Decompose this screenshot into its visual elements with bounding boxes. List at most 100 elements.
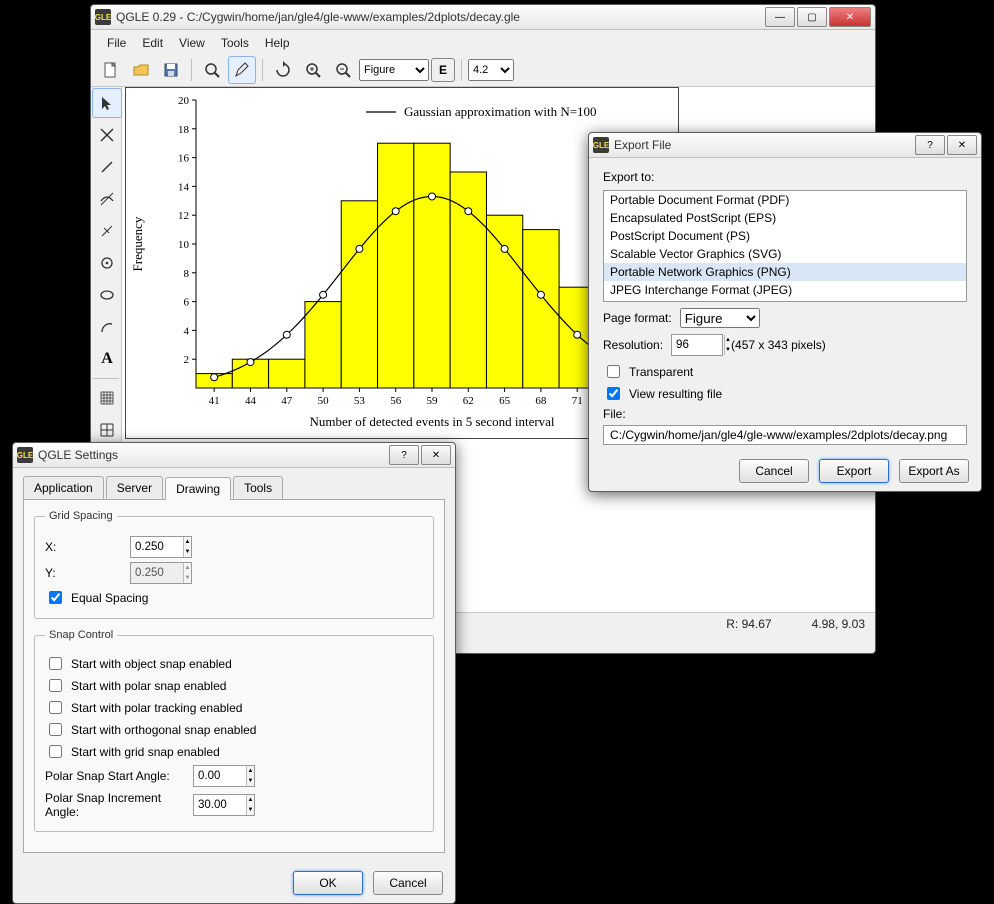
pageformat-label: Page format: xyxy=(603,311,672,325)
svg-text:14: 14 xyxy=(178,181,190,193)
view-result-checkbox[interactable] xyxy=(607,387,620,400)
format-option[interactable]: Portable Network Graphics (PNG) xyxy=(604,263,966,281)
pageformat-select[interactable]: Figure xyxy=(680,308,760,328)
cancel-button[interactable]: Cancel xyxy=(739,459,809,483)
settings-titlebar[interactable]: GLE QGLE Settings ? ✕ xyxy=(13,443,455,468)
zoom-select[interactable]: 4.2 xyxy=(468,59,514,81)
grid-spacing-group: Grid Spacing X: ▲▼ Y: ▲▼ Equal Spacing xyxy=(34,510,434,619)
grid-fine-button[interactable] xyxy=(92,383,122,413)
edit-source-button[interactable]: E xyxy=(431,58,455,82)
zoom-out-button[interactable] xyxy=(329,56,357,84)
titlebar[interactable]: GLE QGLE 0.29 - C:/Cygwin/home/jan/gle4/… xyxy=(91,5,875,30)
ok-button[interactable]: OK xyxy=(293,871,363,895)
tab-tools[interactable]: Tools xyxy=(233,476,283,499)
figure-select[interactable]: Figure xyxy=(359,59,429,81)
toolbar: Figure E 4.2 xyxy=(91,54,875,87)
svg-text:53: 53 xyxy=(354,395,366,407)
menu-file[interactable]: File xyxy=(99,34,134,52)
export-as-button[interactable]: Export As xyxy=(899,459,969,483)
format-listbox[interactable]: Portable Document Format (PDF)Encapsulat… xyxy=(603,190,967,302)
polar-start-input[interactable]: ▲▼ xyxy=(193,765,255,787)
grid-x-label: X: xyxy=(45,540,59,554)
export-titlebar[interactable]: GLE Export File ? ✕ xyxy=(589,133,981,158)
open-file-button[interactable] xyxy=(127,56,155,84)
save-button[interactable] xyxy=(157,56,185,84)
cross-tool[interactable] xyxy=(92,120,122,150)
equal-spacing-checkbox[interactable] xyxy=(49,591,62,604)
new-file-button[interactable] xyxy=(97,56,125,84)
svg-text:Gaussian approximation with N=: Gaussian approximation with N=100 xyxy=(404,104,597,119)
resolution-input[interactable]: ▲▼ xyxy=(671,334,723,356)
ellipse-tool[interactable] xyxy=(92,280,122,310)
svg-text:2: 2 xyxy=(184,354,190,366)
settings-panel: Grid Spacing X: ▲▼ Y: ▲▼ Equal Spacing S… xyxy=(23,499,445,853)
line-tool[interactable] xyxy=(92,152,122,182)
format-option[interactable]: JPEG Interchange Format (JPEG) xyxy=(604,281,966,299)
circle-center-tool[interactable] xyxy=(92,248,122,278)
snap-object-checkbox[interactable] xyxy=(49,657,62,670)
export-dialog: GLE Export File ? ✕ Export to: Portable … xyxy=(588,132,982,492)
snap-grid-checkbox[interactable] xyxy=(49,745,62,758)
snap-ortho-checkbox[interactable] xyxy=(49,723,62,736)
svg-text:44: 44 xyxy=(245,395,257,407)
transparent-checkbox[interactable] xyxy=(607,365,620,378)
maximize-button[interactable]: ▢ xyxy=(797,7,827,27)
tab-drawing[interactable]: Drawing xyxy=(165,477,231,500)
menu-help[interactable]: Help xyxy=(257,34,298,52)
status-xy: 4.98, 9.03 xyxy=(812,617,865,631)
grid-x-input[interactable]: ▲▼ xyxy=(130,536,192,558)
menu-edit[interactable]: Edit xyxy=(134,34,171,52)
svg-text:20: 20 xyxy=(178,95,190,107)
text-tool[interactable]: A xyxy=(92,344,122,374)
edit-tool-button[interactable] xyxy=(228,56,256,84)
status-radius: R: 94.67 xyxy=(726,617,771,631)
grid-legend: Grid Spacing xyxy=(45,510,117,522)
zoom-tool-button[interactable] xyxy=(198,56,226,84)
app-icon: GLE xyxy=(17,447,33,463)
close-button[interactable]: ✕ xyxy=(421,445,451,465)
close-button[interactable]: ✕ xyxy=(829,7,871,27)
side-toolbar: A xyxy=(91,87,122,446)
menubar: File Edit View Tools Help xyxy=(91,30,875,54)
svg-text:50: 50 xyxy=(318,395,330,407)
tab-server[interactable]: Server xyxy=(106,476,163,499)
format-option[interactable]: Encapsulated PostScript (EPS) xyxy=(604,209,966,227)
snap-polar-checkbox[interactable] xyxy=(49,679,62,692)
svg-text:8: 8 xyxy=(184,268,190,280)
perp-line-tool[interactable] xyxy=(92,216,122,246)
resolution-label: Resolution: xyxy=(603,338,663,352)
reload-button[interactable] xyxy=(269,56,297,84)
polar-inc-input[interactable]: ▲▼ xyxy=(193,794,255,816)
format-option[interactable]: Scalable Vector Graphics (SVG) xyxy=(604,245,966,263)
settings-tabbar: Application Server Drawing Tools xyxy=(13,468,455,499)
settings-dialog: GLE QGLE Settings ? ✕ Application Server… xyxy=(12,442,456,904)
format-option[interactable]: Portable Document Format (PDF) xyxy=(604,191,966,209)
tab-application[interactable]: Application xyxy=(23,476,104,499)
snap-legend: Snap Control xyxy=(45,629,117,641)
snap-polar-track-checkbox[interactable] xyxy=(49,701,62,714)
svg-text:68: 68 xyxy=(535,395,547,407)
minimize-button[interactable]: — xyxy=(765,7,795,27)
file-label: File: xyxy=(603,407,967,421)
arc-tool[interactable] xyxy=(92,312,122,342)
menu-tools[interactable]: Tools xyxy=(213,34,257,52)
equal-spacing-label: Equal Spacing xyxy=(71,591,148,605)
app-icon: GLE xyxy=(593,137,609,153)
svg-text:47: 47 xyxy=(281,395,293,407)
close-button[interactable]: ✕ xyxy=(947,135,977,155)
format-option[interactable]: PostScript Document (PS) xyxy=(604,227,966,245)
polar-start-label: Polar Snap Start Angle: xyxy=(45,769,185,783)
export-button[interactable]: Export xyxy=(819,459,889,483)
svg-text:4: 4 xyxy=(184,325,190,337)
cancel-button[interactable]: Cancel xyxy=(373,871,443,895)
grid-coarse-button[interactable] xyxy=(92,415,122,445)
help-button[interactable]: ? xyxy=(915,135,945,155)
tangent-line-tool[interactable] xyxy=(92,184,122,214)
grid-y-label: Y: xyxy=(45,566,59,580)
menu-view[interactable]: View xyxy=(171,34,213,52)
file-path-input[interactable] xyxy=(603,425,967,445)
snap-control-group: Snap Control Start with object snap enab… xyxy=(34,629,434,832)
zoom-in-button[interactable] xyxy=(299,56,327,84)
help-button[interactable]: ? xyxy=(389,445,419,465)
pointer-tool[interactable] xyxy=(92,88,122,118)
